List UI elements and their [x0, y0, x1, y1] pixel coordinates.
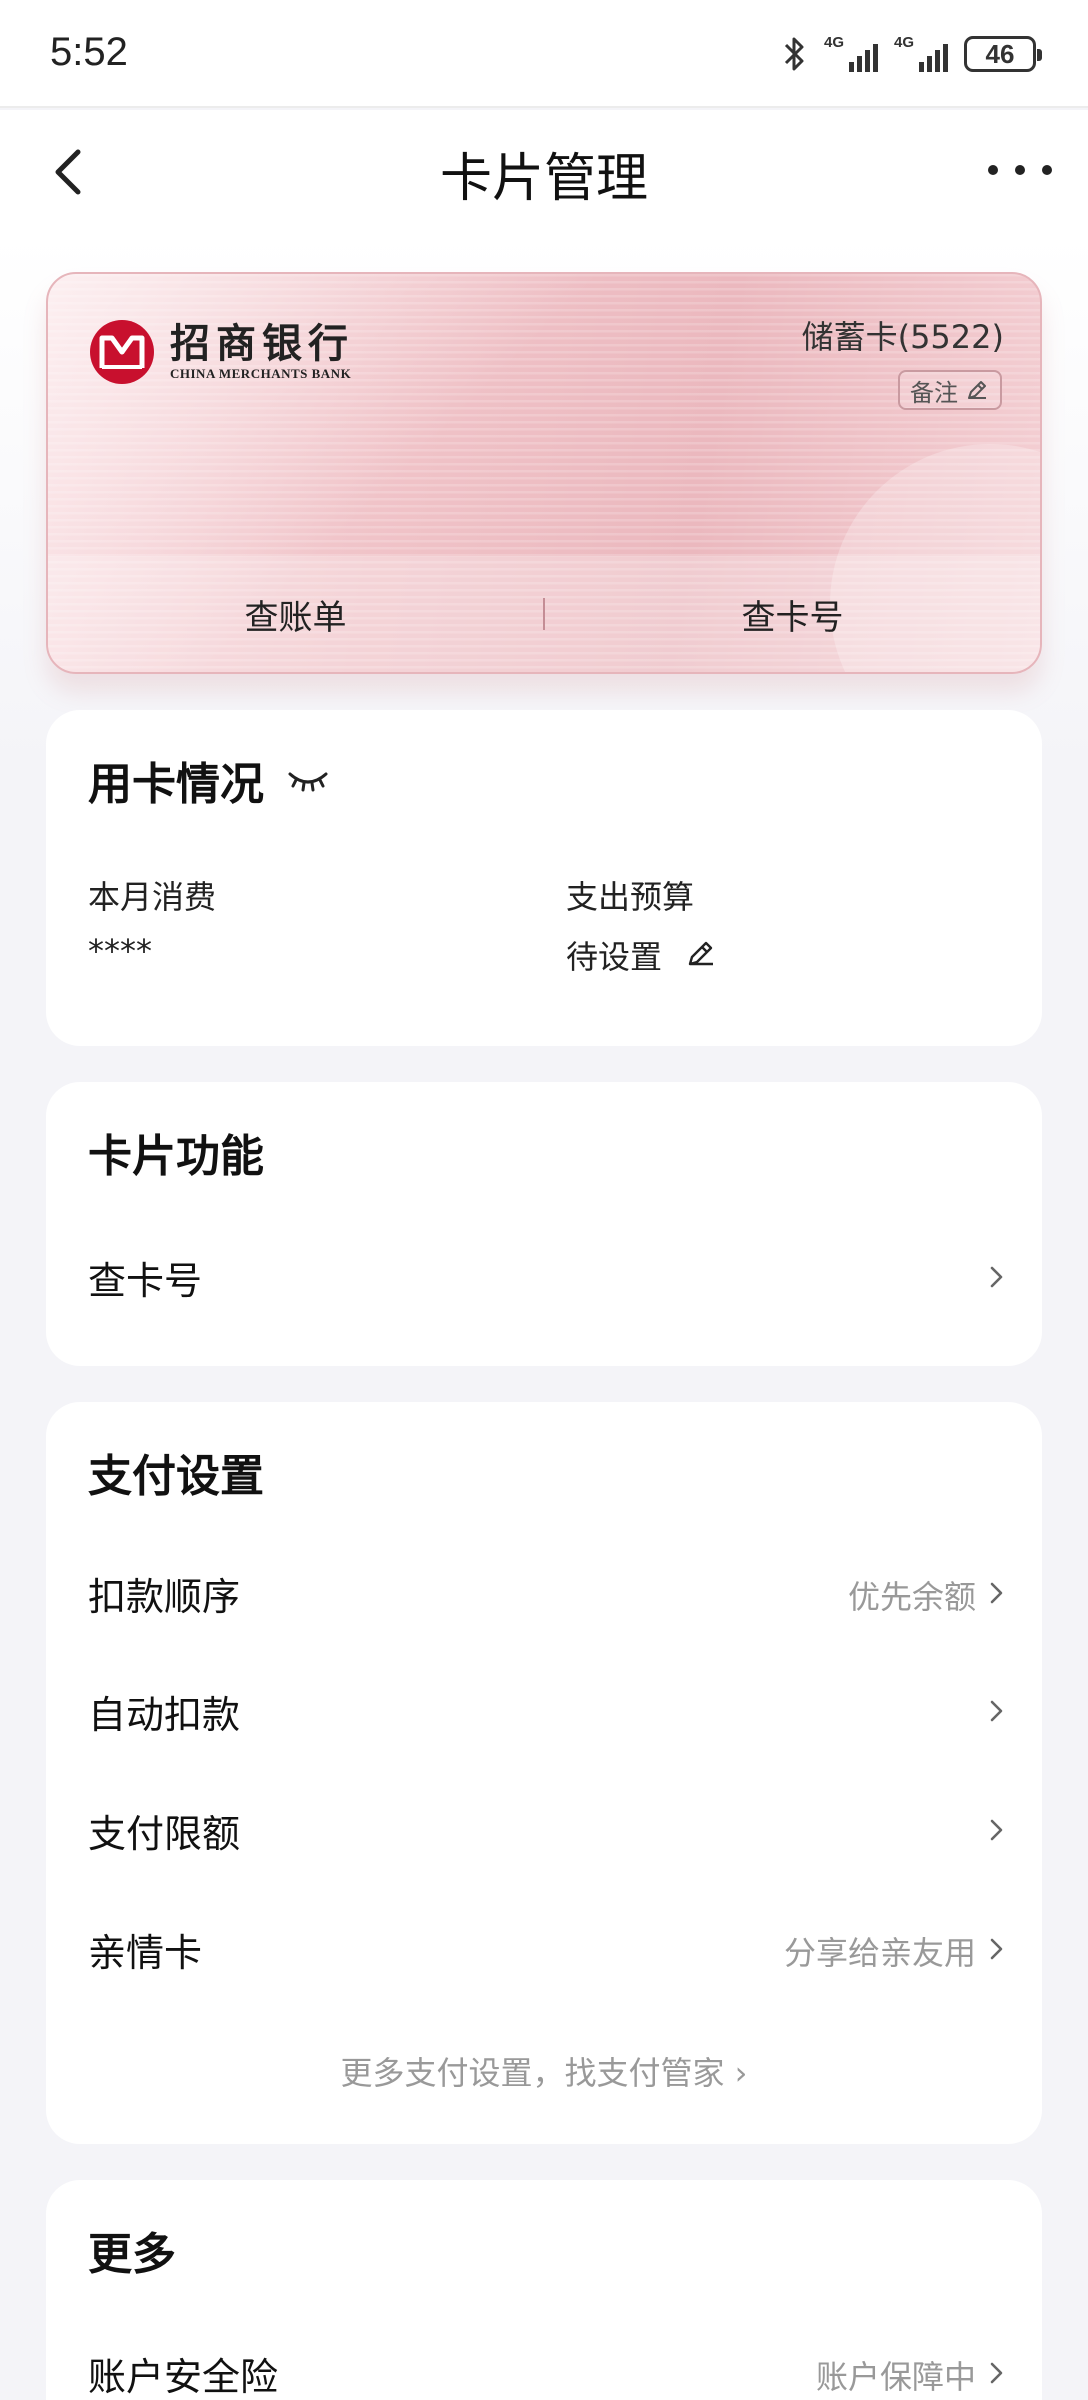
status-icons: 4G 4G 46 — [780, 34, 1042, 74]
row-label: 支付限额 — [88, 1812, 241, 1856]
signal-icon: 4G — [894, 34, 948, 74]
more-payment-settings-link[interactable]: 更多支付设置，找支付管家 › — [46, 2048, 1042, 2094]
chevron-right-icon — [990, 1582, 1003, 1604]
list-item-payment-limit[interactable]: 支付限额 — [46, 1779, 1042, 1879]
card-actions: 查账单 查卡号 — [48, 556, 1040, 672]
bank-name-en: CHINA MERCHANTS BANK — [170, 366, 352, 381]
monthly-spend-label: 本月消费 — [88, 878, 217, 916]
page-title: 卡片管理 — [439, 149, 648, 209]
chevron-right-icon — [990, 1819, 1003, 1841]
usage-section: 用卡情况 本月消费 **** 支出预算 待设置 — [46, 710, 1042, 1046]
chevron-right-icon — [990, 1266, 1003, 1288]
signal-icon: 4G — [824, 34, 878, 74]
battery-icon: 46 — [964, 36, 1042, 72]
row-value: 分享给亲友用 — [783, 1934, 976, 1972]
list-item-family-card[interactable]: 亲情卡 分享给亲友用 — [46, 1898, 1042, 1998]
note-label: 备注 — [910, 378, 958, 407]
card-functions-section: 卡片功能 查卡号 — [46, 1082, 1042, 1366]
card-type: 储蓄卡(5522) — [801, 318, 1004, 356]
list-item-card-number[interactable]: 查卡号 — [46, 1226, 1042, 1326]
section-title: 支付设置 — [88, 1451, 264, 1502]
monthly-spend-value: **** — [88, 932, 152, 970]
row-label: 亲情卡 — [88, 1931, 203, 1975]
cmb-logo-icon — [90, 320, 154, 384]
list-item-auto-deduction[interactable]: 自动扣款 — [46, 1660, 1042, 1760]
list-item-deduction-order[interactable]: 扣款顺序 优先余额 — [46, 1542, 1042, 1642]
view-bill-button[interactable]: 查账单 — [48, 590, 543, 639]
bank-name-cn: 招商银行 — [170, 320, 354, 367]
row-label: 扣款顺序 — [88, 1575, 241, 1619]
row-value: 账户保障中 — [815, 2358, 976, 2396]
edit-budget-icon[interactable] — [684, 936, 718, 970]
section-title: 卡片功能 — [88, 1131, 264, 1182]
list-item-account-insurance[interactable]: 账户安全险 账户保障中 — [46, 2322, 1042, 2400]
chevron-right-icon — [990, 1938, 1003, 1960]
more-section: 更多 账户安全险 账户保障中 — [46, 2180, 1042, 2400]
chevron-right-icon — [990, 2362, 1003, 2384]
view-card-number-button[interactable]: 查卡号 — [545, 590, 1040, 639]
section-title: 用卡情况 — [88, 759, 264, 810]
eye-closed-icon[interactable] — [286, 766, 330, 796]
row-label: 查卡号 — [88, 1259, 203, 1303]
bluetooth-icon — [784, 37, 804, 71]
bank-card[interactable]: 招商银行 CHINA MERCHANTS BANK 储蓄卡(5522) 备注 查… — [46, 272, 1042, 674]
status-bar: 5:52 4G 4G 46 — [0, 0, 1088, 108]
status-time: 5:52 — [50, 30, 128, 74]
budget-value[interactable]: 待设置 — [566, 932, 662, 978]
budget-label: 支出预算 — [566, 878, 695, 916]
payment-settings-section: 支付设置 扣款顺序 优先余额 自动扣款 支付限额 亲情卡 分享给亲友用 更多支付… — [46, 1402, 1042, 2144]
bank-logo: 招商银行 CHINA MERCHANTS BANK — [88, 318, 354, 386]
more-options-icon[interactable] — [988, 150, 1052, 190]
row-label: 自动扣款 — [88, 1693, 241, 1737]
section-title: 更多 — [88, 2229, 176, 2280]
nav-bar: 卡片管理 — [0, 110, 1088, 234]
note-button[interactable]: 备注 — [898, 370, 1002, 410]
row-value: 优先余额 — [847, 1578, 976, 1616]
row-label: 账户安全险 — [88, 2355, 279, 2399]
pencil-icon — [968, 381, 986, 399]
chevron-right-icon — [990, 1700, 1003, 1722]
